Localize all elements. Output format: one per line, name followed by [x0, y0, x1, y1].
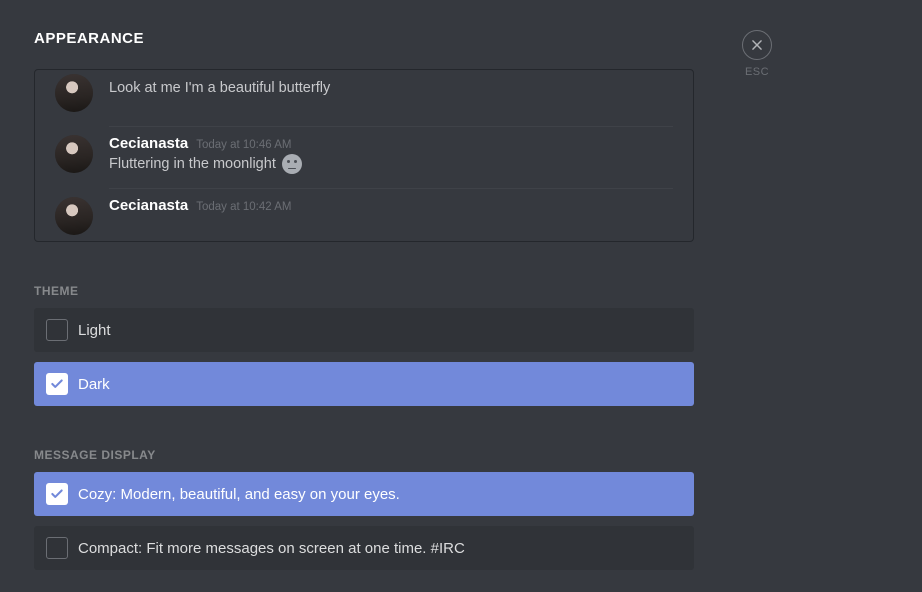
theme-option-label: Dark	[78, 376, 110, 393]
esc-label: ESC	[745, 66, 769, 78]
message-text: Look at me I'm a beautiful butterfly	[109, 80, 673, 96]
message-username: Cecianasta	[109, 197, 188, 214]
page-title: APPEARANCE	[34, 30, 694, 47]
checkbox-checked-icon	[46, 483, 68, 505]
message-display-section-label: MESSAGE DISPLAY	[34, 448, 694, 462]
preview-message: Cecianasta Today at 10:46 AM Fluttering …	[35, 127, 693, 184]
preview-message: Cecianasta Today at 10:42 AM	[35, 189, 693, 242]
preview-message: Cecianasta Look at me I'm a beautiful bu…	[35, 74, 693, 122]
avatar	[55, 197, 93, 235]
checkbox-icon	[46, 319, 68, 341]
message-timestamp: Today at 10:46 AM	[196, 139, 291, 151]
message-display-option-compact[interactable]: Compact: Fit more messages on screen at …	[34, 526, 694, 570]
checkbox-checked-icon	[46, 373, 68, 395]
message-display-option-cozy[interactable]: Cozy: Modern, beautiful, and easy on you…	[34, 472, 694, 516]
theme-section-label: THEME	[34, 284, 694, 298]
chat-preview: Cecianasta Look at me I'm a beautiful bu…	[34, 69, 694, 242]
message-text: Fluttering in the moonlight	[109, 154, 673, 174]
close-button[interactable]	[742, 30, 772, 60]
message-username: Cecianasta	[109, 135, 188, 152]
close-icon	[750, 38, 764, 52]
checkbox-icon	[46, 537, 68, 559]
theme-option-light[interactable]: Light	[34, 308, 694, 352]
avatar	[55, 74, 93, 112]
message-display-option-label: Cozy: Modern, beautiful, and easy on you…	[78, 486, 400, 503]
message-display-option-label: Compact: Fit more messages on screen at …	[78, 540, 465, 557]
message-timestamp: Today at 10:42 AM	[196, 201, 291, 213]
avatar	[55, 135, 93, 173]
theme-option-label: Light	[78, 322, 111, 339]
emoji-neutral-face-icon	[282, 154, 302, 174]
message-username: Cecianasta	[109, 74, 188, 77]
theme-option-dark[interactable]: Dark	[34, 362, 694, 406]
